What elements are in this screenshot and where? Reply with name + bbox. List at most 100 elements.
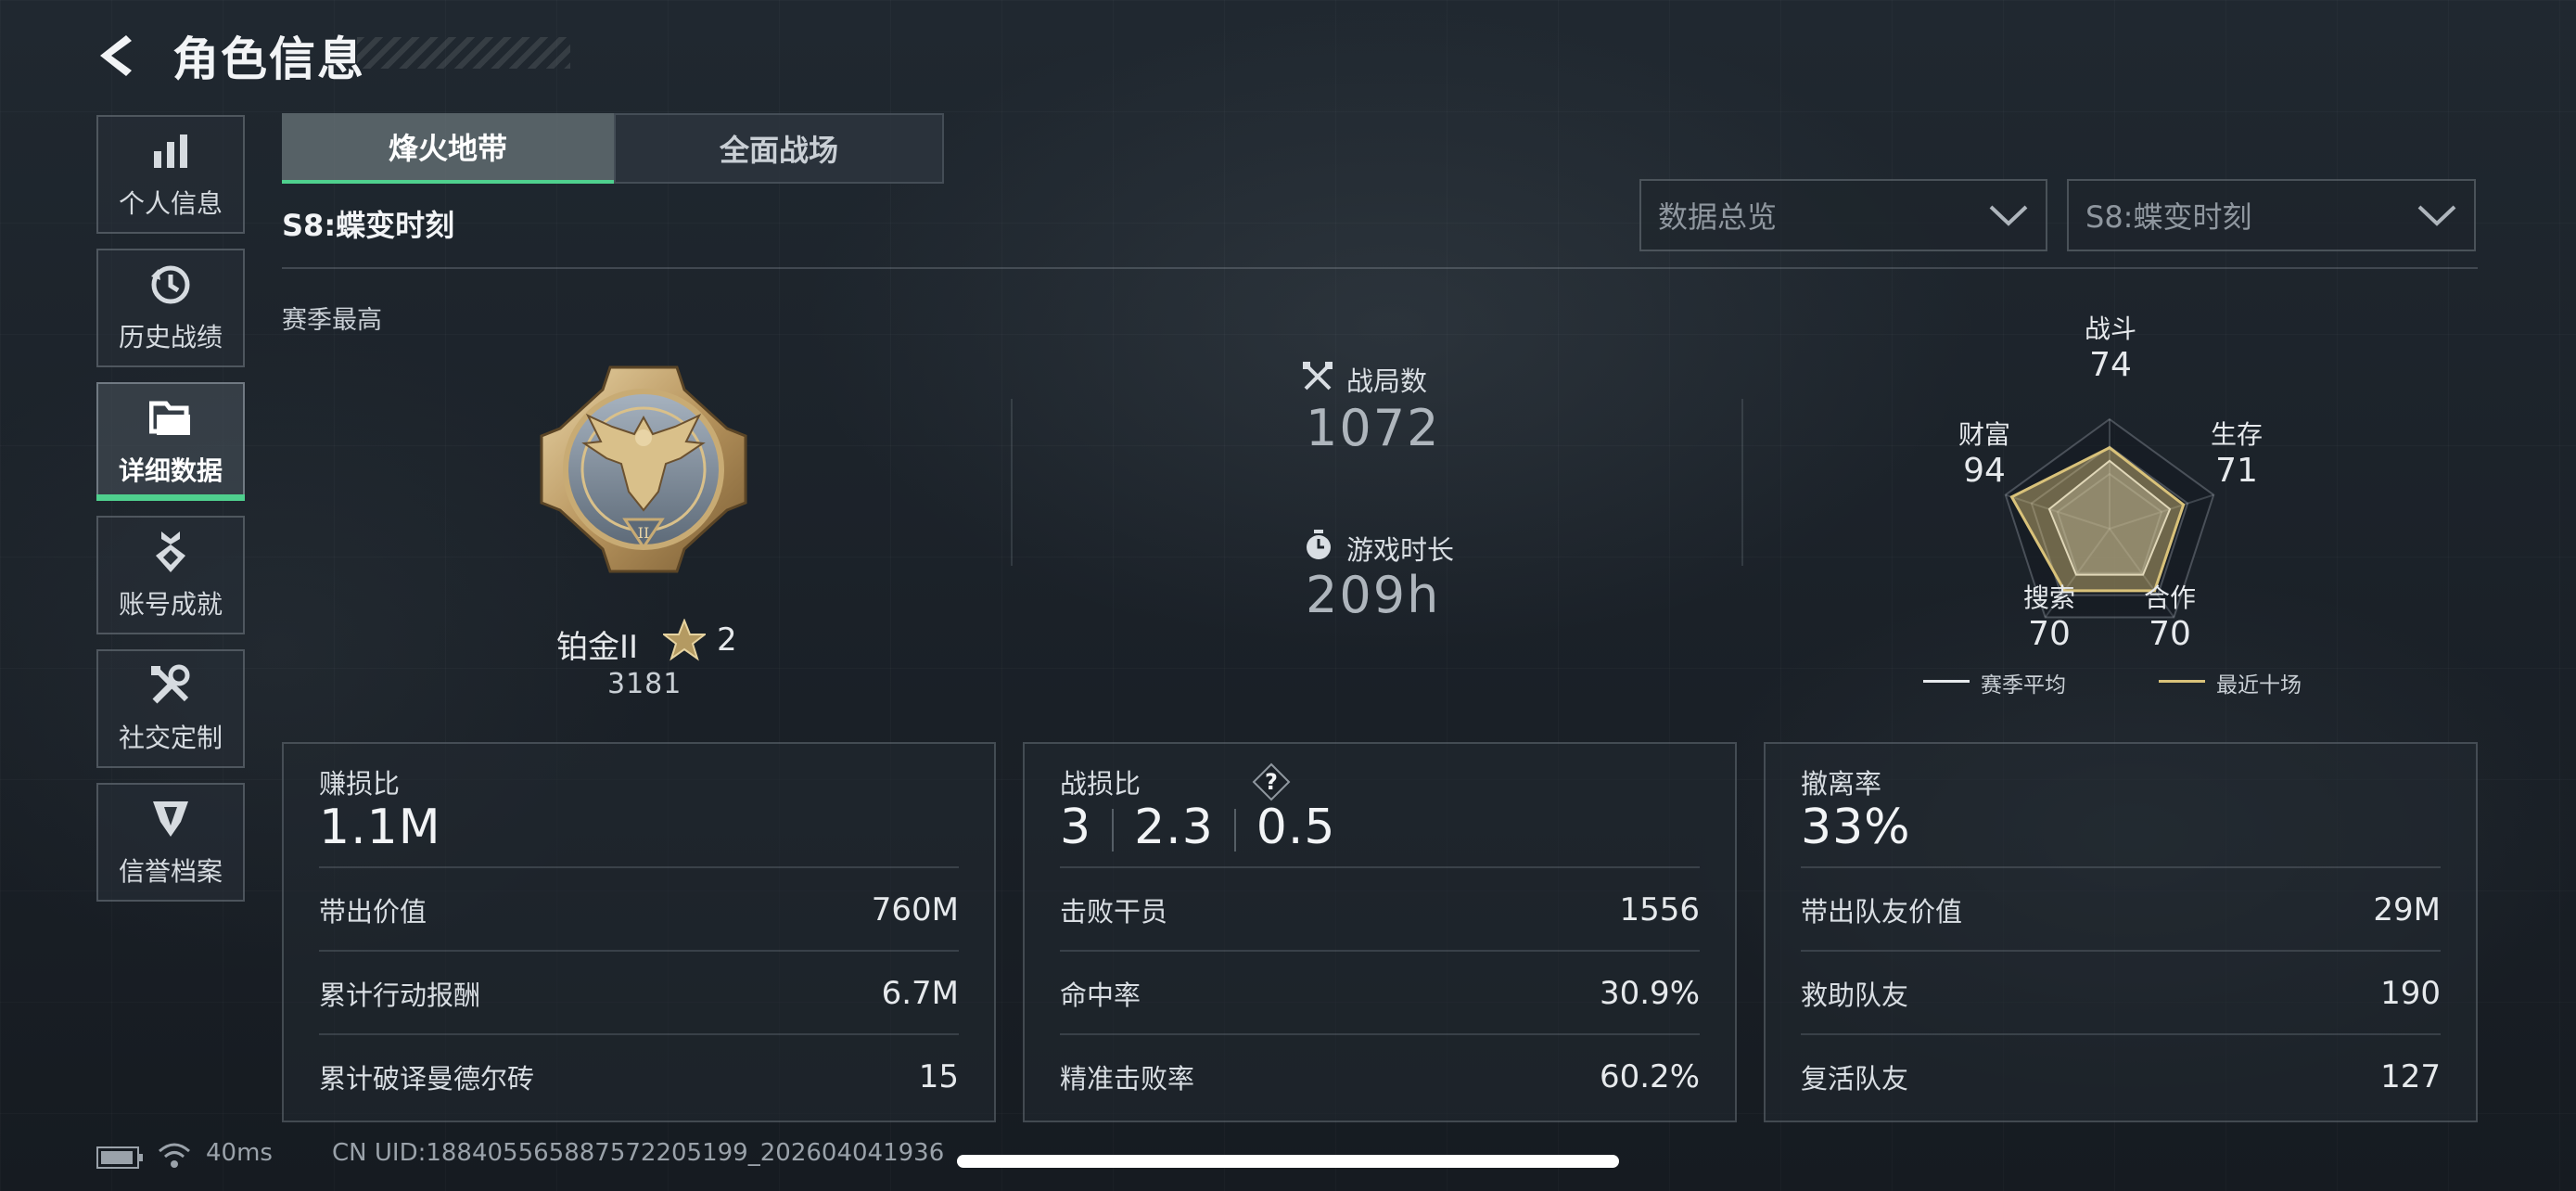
tab-warzone[interactable]: 烽火地带: [282, 113, 614, 184]
divider: [1741, 399, 1743, 566]
radar-value-wealth: 94: [1963, 452, 2006, 490]
profit-loss-card: 赚损比 1.1M 带出价值 760M 累计行动报酬 6.7M 累计破译曼德尔砖 …: [282, 742, 996, 1122]
legend-season-avg-swatch: [1923, 680, 1970, 683]
row-value: 6.7M: [881, 975, 959, 1012]
season-dropdown[interactable]: S8:蝶变时刻: [2067, 179, 2476, 251]
divider: [1011, 399, 1013, 566]
playtime-label: 游戏时长: [1346, 534, 1455, 566]
kd-value-2: 2.3: [1134, 800, 1214, 855]
sidebar-item-label: 个人信息: [118, 188, 223, 219]
sidebar-item-label: 历史战绩: [118, 322, 223, 352]
sidebar-item-detailed-data[interactable]: 详细数据: [96, 382, 245, 501]
row-label: 累计破译曼德尔砖: [319, 1063, 535, 1095]
row-label: 累计行动报酬: [319, 980, 481, 1011]
list-item: 救助队友 190: [1801, 950, 2441, 1035]
row-label: 击败干员: [1060, 896, 1168, 928]
home-indicator[interactable]: [957, 1155, 1619, 1168]
legend-recent-ten: 最近十场: [2216, 673, 2302, 698]
row-value: 30.9%: [1599, 975, 1700, 1012]
playtime-value: 209h: [1306, 566, 1441, 624]
chevron-down-icon: [2417, 205, 2456, 226]
kd-value-1: 3: [1060, 800, 1092, 855]
sidebar-item-history[interactable]: 历史战绩: [96, 249, 245, 367]
radar-label-combat: 战斗: [2084, 314, 2136, 344]
matches-label: 战局数: [1346, 365, 1428, 397]
row-label: 带出价值: [319, 896, 427, 928]
tab-full-battlefield[interactable]: 全面战场: [614, 113, 944, 184]
row-label: 救助队友: [1801, 980, 1909, 1011]
sidebar-item-profile[interactable]: 个人信息: [96, 115, 245, 234]
list-item: 命中率 30.9%: [1060, 950, 1700, 1035]
card-title: 战损比: [1060, 768, 1141, 800]
sidebar-item-achievements[interactable]: 账号成就: [96, 516, 245, 634]
extraction-rate-card: 撤离率 33% 带出队友价值 29M 救助队友 190 复活队友 127: [1764, 742, 2478, 1122]
list-item: 累计行动报酬 6.7M: [319, 950, 959, 1035]
row-value: 760M: [871, 891, 959, 928]
svg-text:?: ?: [1265, 769, 1278, 795]
radar-value-combat: 74: [2089, 346, 2132, 384]
uid-text: CN UID:1884055658875722051​99_2026040419…: [332, 1139, 945, 1167]
card-title: 赚损比: [319, 768, 401, 800]
row-value: 60.2%: [1599, 1058, 1700, 1095]
radar-value-search: 70: [2028, 615, 2071, 653]
kd-value-3: 0.5: [1256, 800, 1336, 855]
radar-value-cooperation: 70: [2149, 615, 2191, 653]
season-label: S8:蝶变时刻: [282, 208, 455, 243]
help-icon[interactable]: ?: [1252, 762, 1291, 801]
card-main-value: 1.1M: [319, 800, 441, 855]
row-value: 190: [2380, 975, 2441, 1012]
rank-badge-icon: II: [540, 365, 747, 573]
card-title: 撤离率: [1801, 768, 1882, 800]
data-type-dropdown[interactable]: 数据总览: [1639, 179, 2047, 251]
back-button[interactable]: [93, 28, 148, 83]
legend-season-avg: 赛季平均: [1981, 673, 2066, 698]
radar-label-cooperation: 合作: [2143, 583, 2196, 613]
sidebar-item-label: 账号成就: [118, 589, 223, 620]
sidebar-item-social[interactable]: 社交定制: [96, 649, 245, 768]
rank-score: 3181: [607, 668, 682, 700]
row-label: 命中率: [1060, 980, 1141, 1011]
row-value: 29M: [2373, 891, 2441, 928]
data-type-value: 数据总览: [1658, 199, 1778, 235]
sidebar-item-label: 详细数据: [118, 455, 223, 486]
battery-icon: [96, 1146, 143, 1169]
medal-icon: [147, 529, 194, 575]
row-label: 带出队友价值: [1801, 896, 1963, 928]
list-item: 复活队友 127: [1801, 1033, 2441, 1119]
radar-value-survival: 71: [2215, 452, 2258, 490]
title-decoration: [357, 37, 570, 69]
list-item: 带出队友价值 29M: [1801, 866, 2441, 952]
divider: [282, 267, 2478, 269]
stopwatch-icon: [1307, 530, 1331, 559]
sidebar-item-reputation[interactable]: 信誉档案: [96, 783, 245, 902]
row-value: 127: [2380, 1058, 2441, 1095]
season-dropdown-value: S8:蝶变时刻: [2085, 199, 2252, 235]
page-title: 角色信息: [172, 32, 365, 86]
legend-recent-ten-swatch: [2159, 680, 2205, 683]
ping-value: 40ms: [206, 1139, 273, 1167]
tools-icon: [147, 662, 194, 709]
sidebar-item-label: 信誉档案: [118, 856, 223, 887]
rank-star-count: 2: [717, 621, 737, 659]
bar-chart-icon: [147, 128, 194, 174]
row-value: 1556: [1619, 891, 1700, 928]
row-value: 15: [918, 1058, 959, 1095]
season-best-label: 赛季最高: [282, 306, 382, 335]
kd-values: 3 2.3 0.5: [1060, 800, 1336, 855]
radar-label-search: 搜索: [2022, 583, 2075, 613]
rank-name: 铂金II: [556, 629, 639, 666]
shield-badge-icon: [147, 796, 194, 842]
sidebar-item-label: 社交定制: [118, 723, 223, 753]
separator: [1233, 809, 1236, 852]
star-icon: [663, 619, 706, 661]
crossed-swords-icon: [1303, 362, 1333, 391]
list-item: 带出价值 760M: [319, 866, 959, 952]
row-label: 精准击败率: [1060, 1063, 1195, 1095]
svg-text:II: II: [638, 524, 650, 542]
chevron-down-icon: [1989, 205, 2028, 226]
row-label: 复活队友: [1801, 1063, 1909, 1095]
matches-value: 1072: [1306, 399, 1441, 457]
back-arrow-icon: [100, 35, 132, 76]
wifi-icon: [159, 1143, 190, 1168]
separator: [1112, 809, 1115, 852]
